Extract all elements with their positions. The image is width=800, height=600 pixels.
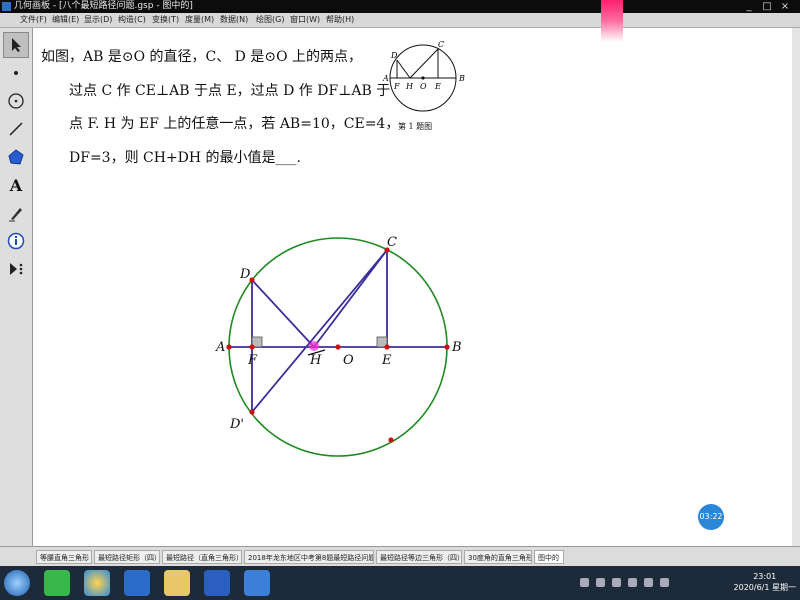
point-a[interactable] (226, 344, 232, 350)
segment-cd-prime[interactable] (251, 249, 388, 413)
menu-graph[interactable]: 绘图(G) (256, 13, 284, 27)
menu-construct[interactable]: 构造(C) (118, 13, 146, 27)
custom-tool-button[interactable] (3, 256, 29, 282)
point-free[interactable] (388, 437, 394, 443)
menu-file[interactable]: 文件(F) (20, 13, 47, 27)
info-icon (7, 232, 25, 250)
straightedge-tool-button[interactable] (3, 116, 29, 142)
vertical-scrollbar[interactable] (792, 28, 800, 546)
label-h: H (309, 353, 322, 368)
start-button[interactable] (4, 570, 30, 596)
wechat-icon[interactable] (44, 570, 70, 596)
menu-data[interactable]: 数据(N) (220, 13, 248, 27)
arrow-tool-button[interactable] (3, 32, 29, 58)
compass-icon (8, 93, 24, 109)
page-tab-3[interactable]: 最短路径（直角三角形） (162, 550, 242, 564)
label-a: A (215, 340, 225, 355)
recording-indicator (601, 0, 623, 42)
window-title: 几何画板 - [八个最短路径问题.gsp - 图中的] (14, 1, 193, 11)
taskbar: 23:01 2020/6/1 星期一 (0, 566, 800, 600)
main-construction: A B C D D' E F H O (215, 235, 462, 457)
title-bar: 几何画板 - [八个最短路径问题.gsp - 图中的] _ □ × (0, 0, 800, 13)
point-h-highlight[interactable] (309, 341, 319, 351)
tray-icon-2[interactable] (596, 578, 605, 587)
menu-bar: 文件(F) 编辑(E) 显示(D) 构造(C) 变换(T) 度量(M) 数据(N… (0, 13, 800, 28)
file-explorer-icon[interactable] (164, 570, 190, 596)
info-tool-button[interactable] (3, 228, 29, 254)
menu-display[interactable]: 显示(D) (84, 13, 112, 27)
text-tool-button[interactable]: A (3, 172, 29, 198)
clock-time: 23:01 (753, 572, 777, 581)
menu-help[interactable]: 帮助(H) (326, 13, 354, 27)
point-b[interactable] (444, 344, 450, 350)
menu-edit[interactable]: 编辑(E) (52, 13, 79, 27)
text-icon: A (9, 175, 23, 195)
menu-transform[interactable]: 变换(T) (152, 13, 179, 27)
toolbox: A (0, 28, 33, 546)
recording-timer: 03:22 (698, 504, 724, 530)
page-tab-5[interactable]: 最短路径等边三角形（四） (376, 550, 462, 564)
compass-tool-button[interactable] (3, 88, 29, 114)
label-f: F (247, 353, 258, 368)
app-icon (2, 2, 11, 11)
menu-window[interactable]: 窗口(W) (290, 13, 320, 27)
maximize-button[interactable]: □ (760, 0, 774, 13)
network-icon[interactable] (644, 578, 653, 587)
polygon-tool-button[interactable] (3, 144, 29, 170)
sketch-canvas[interactable]: 如图，AB 是⊙O 的直径，C、 D 是⊙O 上的两点， 过点 C 作 CE⊥A… (33, 28, 792, 546)
point-d-prime[interactable] (249, 409, 255, 415)
minimize-button[interactable]: _ (742, 0, 756, 13)
arrow-icon (12, 38, 21, 52)
page-tabs: 等腰直角三角形 最短路径矩形（四） 最短路径（直角三角形） 2018年龙东地区中… (0, 546, 800, 567)
label-d: D (239, 267, 251, 282)
label-b: B (451, 340, 462, 355)
label-d-prime: D' (229, 417, 244, 432)
page-tab-4[interactable]: 2018年龙东地区中考第8题最短路径问题 (244, 550, 374, 564)
media-player-icon[interactable] (124, 570, 150, 596)
clock-date: 2020/6/1 星期一 (733, 583, 796, 592)
page-tab-6[interactable]: 30度角的直角三角形 (464, 550, 532, 564)
close-button[interactable]: × (778, 0, 792, 13)
segment-ch[interactable] (313, 249, 388, 348)
menu-measure[interactable]: 度量(M) (185, 13, 214, 27)
polygon-icon (8, 149, 24, 165)
straightedge-icon (9, 122, 23, 136)
marker-icon (9, 208, 22, 222)
custom-tool-icon (10, 263, 23, 275)
point-tool-button[interactable] (3, 60, 29, 86)
point-icon (14, 71, 18, 75)
point-f[interactable] (249, 344, 255, 350)
browser-icon[interactable] (84, 570, 110, 596)
tray-icon-1[interactable] (580, 578, 589, 587)
clock[interactable]: 23:01 2020/6/1 星期一 (734, 571, 796, 593)
tray-icon-3[interactable] (612, 578, 621, 587)
page-tab-2[interactable]: 最短路径矩形（四） (94, 550, 160, 564)
word-icon[interactable] (204, 570, 230, 596)
point-e[interactable] (384, 344, 390, 350)
geometry-sketchpad-icon[interactable] (244, 570, 270, 596)
marker-tool-button[interactable] (3, 200, 29, 226)
label-e: E (381, 353, 392, 368)
label-o: O (343, 353, 354, 368)
label-c: C (387, 235, 397, 250)
page-tab-1[interactable]: 等腰直角三角形 (36, 550, 92, 564)
point-o[interactable] (335, 344, 341, 350)
volume-icon[interactable] (660, 578, 669, 587)
page-tab-7[interactable]: 图中的 (534, 550, 564, 564)
tray-icon-4[interactable] (628, 578, 637, 587)
